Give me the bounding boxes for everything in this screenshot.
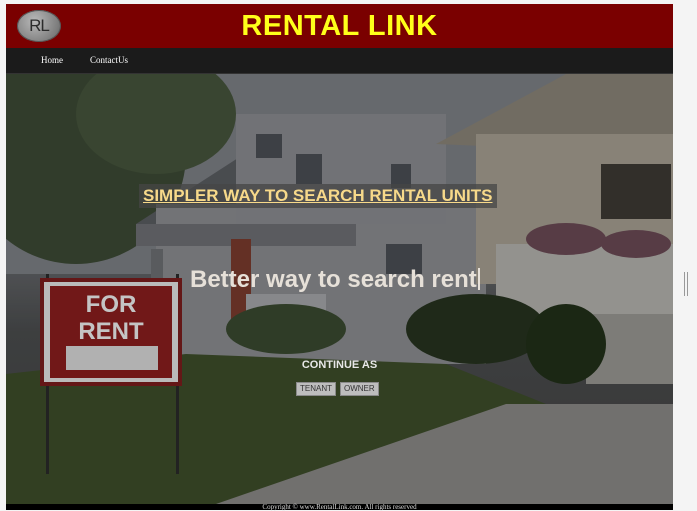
hero-banner: FOR RENT SIMPLER WAY TO SEARCH RENTAL UN… [6,74,673,504]
resize-handle-icon[interactable] [684,272,688,296]
nav-link-contact-us[interactable]: ContactUs [90,55,128,65]
owner-button[interactable]: OWNER [340,382,379,396]
typing-text: Better way to search rent [190,266,477,293]
nav-link-home[interactable]: Home [41,55,63,65]
typing-headline: Better way to search rent [190,266,480,294]
page: RL RENTAL LINK Home ContactUs FOR RENT S… [6,4,673,511]
site-title: RENTAL LINK [241,10,438,42]
hero-title[interactable]: SIMPLER WAY TO SEARCH RENTAL UNITS [139,184,497,208]
tenant-button[interactable]: TENANT [296,382,336,396]
site-footer: Copyright © www.RentalLink.com. All righ… [6,503,673,511]
continue-as-label: CONTINUE AS [301,359,378,371]
text-caret [477,268,480,290]
nav-bar: Home ContactUs [6,48,673,74]
site-header: RL RENTAL LINK [6,4,673,48]
role-button-group: TENANT OWNER [296,382,379,396]
